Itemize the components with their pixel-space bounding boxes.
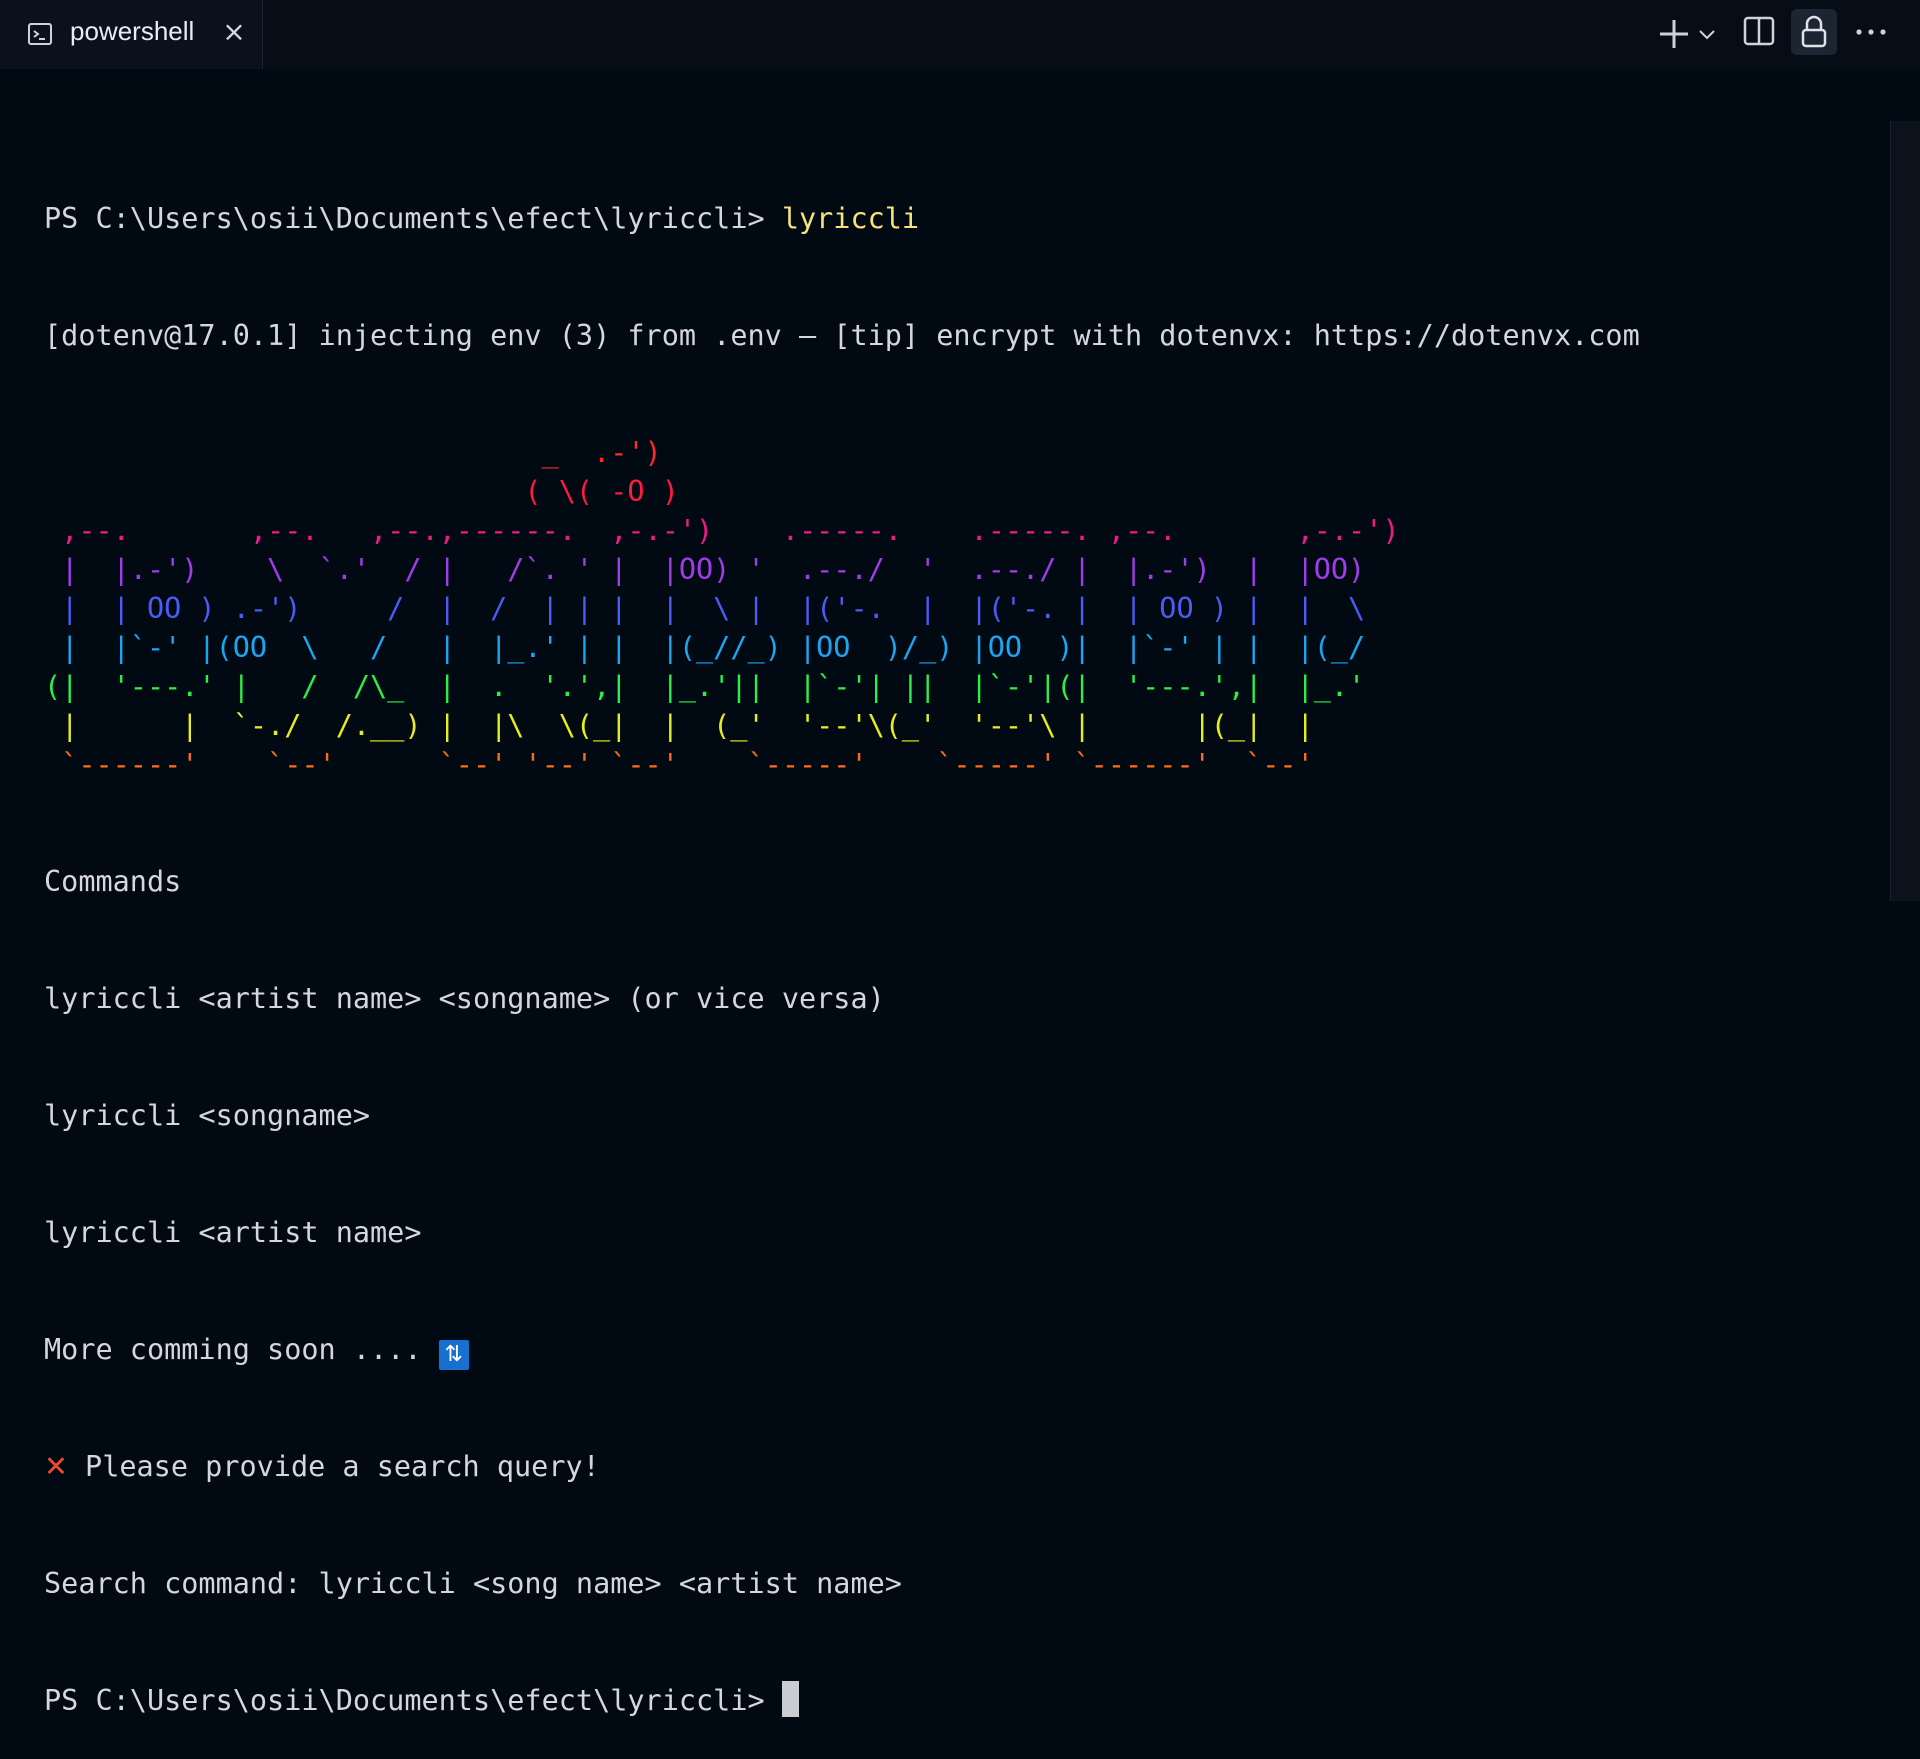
prompt-line: PS C:\Users\osii\Documents\efect\lyriccl… — [44, 199, 1640, 238]
usage-line: lyriccli <artist name> — [44, 1216, 422, 1249]
ascii-art-line: | |.-') \ `.' / | /`. ' | |OO) ' .--./ '… — [44, 553, 1366, 586]
ascii-art-line: ,--. ,--. ,--.,------. ,-.-') .-----. .-… — [44, 514, 1400, 547]
dotenv-line: [dotenv@17.0.1] injecting env (3) from .… — [44, 319, 1640, 352]
error-line: ✕ Please provide a search query! — [44, 1447, 1640, 1486]
ascii-art-line: | | OO ) .-') / | / | | | | \ | |('-. | … — [44, 592, 1366, 625]
prompt: PS C:\Users\osii\Documents\efect\lyriccl… — [44, 202, 782, 235]
more-text: More comming soon .... — [44, 1333, 439, 1366]
repeat-badge-icon: ⇅ — [438, 1340, 469, 1370]
ascii-art-logo: _ .-') ( \( -O ) ,--. ,--. ,--.,------. … — [44, 433, 1640, 784]
text-cursor — [781, 1681, 799, 1717]
lock-icon — [1801, 15, 1827, 48]
ascii-art-line: `------' `--' `--' '--' `--' `-----' `--… — [44, 748, 1314, 781]
more-icon[interactable] — [1853, 14, 1889, 50]
search-hint-line: Search command: lyriccli <song name> <ar… — [44, 1567, 902, 1600]
terminal-icon — [28, 23, 52, 45]
ascii-art-line: _ .-') — [44, 436, 662, 469]
close-icon[interactable]: × — [218, 14, 250, 50]
usage-line: lyriccli <songname> — [44, 1099, 371, 1132]
split-icon[interactable] — [1742, 14, 1776, 48]
error-text: Please provide a search query! — [67, 1450, 600, 1483]
ascii-art-line: | |`-' |(OO \ / | |_.' | | |(_//_) |OO )… — [44, 631, 1366, 664]
prompt-line-current[interactable]: PS C:\Users\osii\Documents\efect\lyriccl… — [44, 1681, 1640, 1720]
ascii-art-line: ( \( -O ) — [44, 475, 679, 508]
usage-line: lyriccli <artist name> <songname> (or vi… — [44, 982, 885, 1015]
ascii-art-line: (| '---.' | / /\_ | . '.',| |_.'|| |`-'|… — [44, 670, 1366, 703]
tab-label: powershell — [70, 16, 195, 46]
command-text: lyriccli — [781, 202, 920, 235]
terminal-output[interactable]: PS C:\Users\osii\Documents\efect\lyriccl… — [44, 121, 1640, 1759]
lock-button[interactable] — [1791, 9, 1837, 55]
chevron-down-icon[interactable] — [1696, 22, 1718, 46]
ascii-art-line: | | `-./ /.__) | |\ \(_| | (_' '--'\(_' … — [44, 709, 1314, 742]
more-coming-line: More comming soon .... ⇅ — [44, 1330, 1640, 1370]
terminal-tab-bar: powershell × — [0, 0, 1920, 69]
plus-icon[interactable] — [1654, 14, 1694, 54]
commands-header: Commands — [44, 865, 182, 898]
cross-mark-icon: ✕ — [44, 1450, 68, 1483]
prompt: PS C:\Users\osii\Documents\efect\lyriccl… — [44, 1684, 782, 1717]
scrollbar[interactable] — [1890, 121, 1920, 901]
tab-powershell[interactable]: powershell × — [0, 0, 263, 69]
